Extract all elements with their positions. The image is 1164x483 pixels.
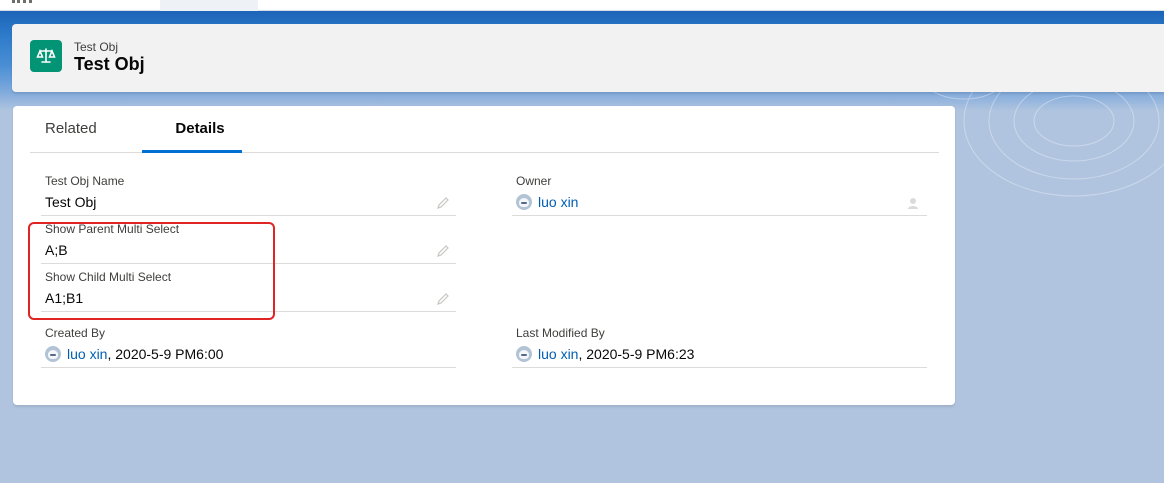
tab-details[interactable]: Details	[142, 120, 242, 153]
record-header: Test Obj Test Obj	[12, 24, 1164, 92]
edit-pencil-icon[interactable]	[436, 244, 450, 258]
user-avatar-icon	[516, 194, 532, 210]
field-value: A1;B1	[45, 290, 84, 306]
created-date: , 2020-5-9 PM6:00	[107, 346, 224, 362]
field-value: luo xin, 2020-5-9 PM6:00	[45, 346, 223, 362]
field-label: Last Modified By	[516, 326, 605, 340]
owner-link[interactable]: luo xin	[538, 194, 578, 210]
field-label: Owner	[516, 174, 552, 188]
tab-related[interactable]: Related	[45, 120, 97, 152]
field-last-modified-by: Last Modified By luo xin, 2020-5-9 PM6:2…	[512, 320, 927, 368]
app-launcher-icon[interactable]	[12, 0, 32, 6]
nav-tab[interactable]	[160, 0, 258, 11]
record-title: Test Obj	[74, 54, 145, 74]
field-value: A;B	[45, 242, 68, 258]
last-modified-date: , 2020-5-9 PM6:23	[578, 346, 695, 362]
field-label: Show Child Multi Select	[45, 270, 172, 284]
field-label: Show Parent Multi Select	[45, 222, 180, 236]
field-label: Created By	[45, 326, 106, 340]
field-owner: Owner luo xin	[512, 168, 927, 216]
record-tabs: Related Details	[30, 106, 939, 153]
user-avatar-icon	[516, 346, 532, 362]
edit-pencil-icon[interactable]	[436, 196, 450, 210]
top-navigation-strip	[0, 0, 1164, 11]
last-modified-by-user-link[interactable]: luo xin	[538, 346, 578, 362]
created-by-user-link[interactable]: luo xin	[67, 346, 107, 362]
field-value: luo xin	[516, 194, 578, 210]
edit-pencil-icon[interactable]	[436, 292, 450, 306]
field-show-child-multi-select: Show Child Multi Select A1;B1	[41, 264, 456, 312]
field-value: luo xin, 2020-5-9 PM6:23	[516, 346, 694, 362]
field-created-by: Created By luo xin, 2020-5-9 PM6:00	[41, 320, 456, 368]
change-owner-icon[interactable]	[907, 196, 921, 210]
scales-icon	[30, 40, 62, 72]
field-test-obj-name: Test Obj Name Test Obj	[41, 168, 456, 216]
user-avatar-icon	[45, 346, 61, 362]
field-value: Test Obj	[45, 194, 97, 210]
object-type-label: Test Obj	[74, 40, 119, 54]
field-show-parent-multi-select: Show Parent Multi Select A;B	[41, 216, 456, 264]
field-label: Test Obj Name	[45, 174, 125, 188]
